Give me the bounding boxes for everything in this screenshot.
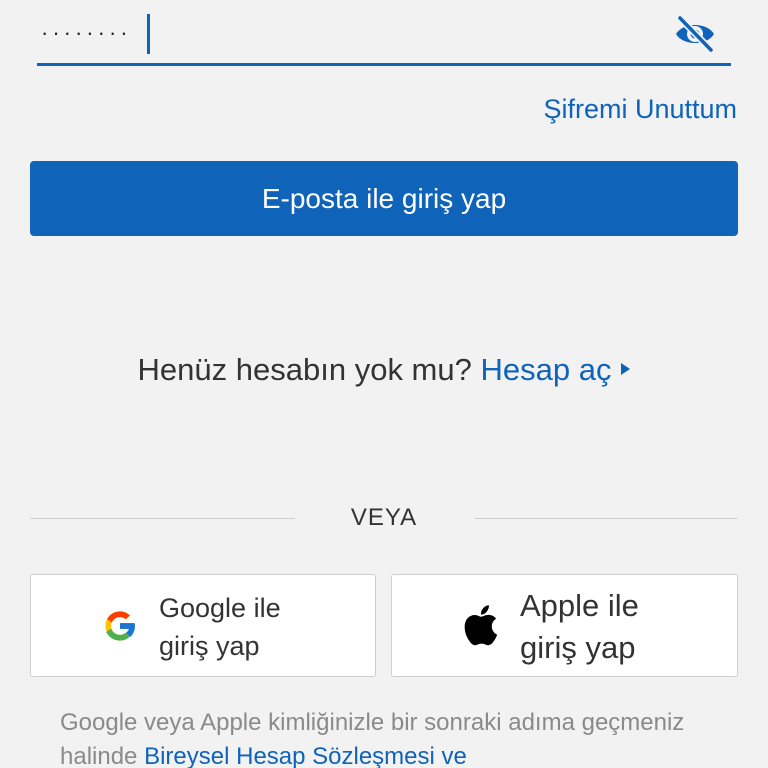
create-account-link[interactable]: Hesap aç xyxy=(480,352,631,387)
apple-login-button[interactable]: Apple ile giriş yap xyxy=(391,574,738,677)
google-login-label: Google ile giriş yap xyxy=(159,589,359,665)
create-account-label: Hesap aç xyxy=(480,352,612,387)
signup-prompt: Henüz hesabın yok mu? xyxy=(137,352,472,387)
google-login-button[interactable]: Google ile giriş yap xyxy=(30,574,376,677)
apple-label-line2: giriş yap xyxy=(520,630,636,665)
password-field[interactable]: ········ xyxy=(37,0,731,66)
apple-icon xyxy=(464,604,498,646)
password-value: ········ xyxy=(41,20,132,45)
divider-right xyxy=(475,518,738,519)
login-screen: ········ Şifremi Unuttum E-posta ile gir… xyxy=(0,0,768,768)
forgot-password-link[interactable]: Şifremi Unuttum xyxy=(543,94,737,125)
signup-row: Henüz hesabın yok mu? Hesap aç xyxy=(0,352,768,388)
google-icon xyxy=(101,607,139,645)
agreement-link[interactable]: Bireysel Hesap Sözleşmesi ve xyxy=(144,743,467,768)
email-login-button[interactable]: E-posta ile giriş yap xyxy=(30,161,738,236)
apple-label-line1: Apple ile xyxy=(520,588,639,623)
google-label-line2: giriş yap xyxy=(159,631,260,661)
legal-footer: Google veya Apple kimliğinizle bir sonra… xyxy=(60,706,720,768)
eye-slash-icon[interactable] xyxy=(673,14,717,54)
apple-login-label: Apple ile giriş yap xyxy=(520,585,720,669)
text-caret xyxy=(147,14,150,54)
email-login-label: E-posta ile giriş yap xyxy=(261,182,507,214)
arrow-right-icon xyxy=(621,362,631,375)
google-label-line1: Google ile xyxy=(159,593,281,623)
